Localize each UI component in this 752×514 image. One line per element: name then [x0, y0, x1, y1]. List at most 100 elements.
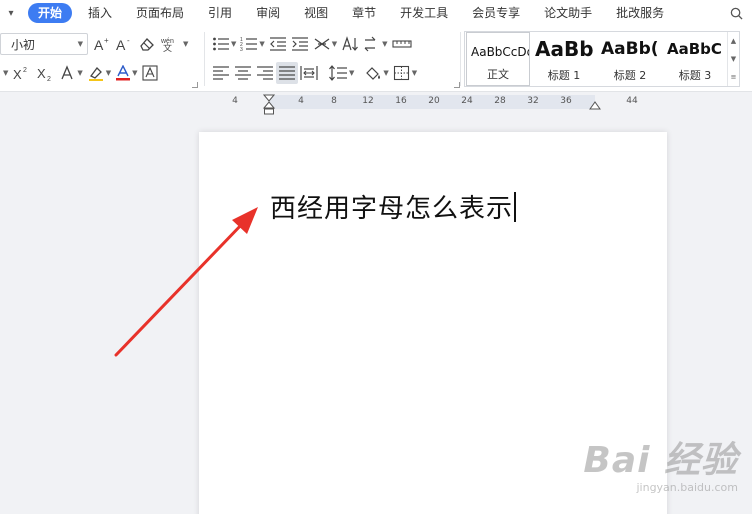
shrink-font-button[interactable]: A-: [114, 33, 136, 55]
line-spacing-button[interactable]: ▼: [326, 62, 356, 84]
superscript-icon: X2: [13, 67, 27, 81]
align-left-icon: [213, 66, 229, 80]
style-name: 标题 2: [613, 69, 647, 82]
font-dialog-launcher[interactable]: [192, 82, 198, 88]
sort-icon: [342, 36, 359, 51]
justify-button[interactable]: [276, 62, 298, 84]
highlight-button[interactable]: ▼: [85, 62, 113, 84]
style-heading-1[interactable]: AaBb 标题 1: [531, 32, 597, 86]
tab-view[interactable]: 视图: [292, 3, 340, 23]
style-heading-2[interactable]: AaBb( 标题 2: [597, 32, 663, 86]
char-border-button[interactable]: [140, 62, 160, 84]
chevron-down-icon: ▼: [349, 69, 355, 77]
tab-page-layout[interactable]: 页面布局: [124, 3, 196, 23]
horizontal-ruler[interactable]: 4 4 8 12 16 20 24 28 32 36 44: [0, 92, 752, 116]
style-heading-3[interactable]: AaBbC 标题 3: [663, 32, 727, 86]
text-cursor: [514, 192, 517, 222]
tab-review[interactable]: 审阅: [244, 3, 292, 23]
search-button[interactable]: [730, 7, 752, 20]
ruler-tick-label: 4: [232, 96, 238, 106]
borders-icon: [393, 65, 409, 81]
text-effect-button[interactable]: ▼: [58, 62, 84, 84]
right-indent-marker[interactable]: [589, 100, 601, 110]
menu-bar: ▾ 开始 插入 页面布局 引用 审阅 视图 章节 开发工具 会员专享 论文助手 …: [0, 0, 752, 26]
phonetic-guide-icon: wén文: [160, 38, 174, 52]
align-center-button[interactable]: [232, 62, 254, 84]
styles-gallery: AaBbCcDd 正文 AaBb 标题 1 AaBb( 标题 2 AaBbC 标…: [464, 31, 740, 87]
show-hide-marks-button[interactable]: ▼: [361, 33, 389, 55]
shading-button[interactable]: ▼: [362, 62, 390, 84]
chinese-layout-button[interactable]: ▼: [311, 33, 339, 55]
ruler-icon: [392, 40, 412, 48]
phonetic-guide-button[interactable]: wén 文 ▼: [158, 33, 190, 55]
tab-member[interactable]: 会员专享: [460, 3, 532, 23]
divider: [204, 32, 205, 86]
indent-marker[interactable]: [263, 94, 275, 116]
align-left-button[interactable]: [210, 62, 232, 84]
ruler-tick-label: 44: [626, 96, 638, 106]
paint-bucket-icon: [366, 67, 381, 80]
style-sample: AaBb: [535, 37, 594, 61]
paragraph-group: ▼ 1 2 3 ▼ ▼ ▼ ▼ ▼ ▼: [210, 30, 460, 88]
superscript-button[interactable]: X2: [10, 62, 34, 84]
clear-format-button[interactable]: [136, 33, 158, 55]
ruler-tick-label: 36: [560, 96, 572, 106]
ruler-tick-label: 28: [494, 96, 506, 106]
eraser-icon: [140, 38, 154, 51]
svg-text:文: 文: [163, 42, 172, 52]
subscript-icon: X2: [37, 66, 51, 81]
tab-references[interactable]: 引用: [196, 3, 244, 23]
font-size-more-button[interactable]: ▼: [0, 62, 10, 84]
align-center-icon: [235, 66, 251, 80]
style-name: 标题 3: [678, 69, 712, 82]
divider: [460, 32, 461, 86]
sort-button[interactable]: [339, 33, 361, 55]
tab-developer[interactable]: 开发工具: [388, 3, 460, 23]
font-size-select[interactable]: 小初 ▼: [0, 33, 88, 55]
svg-text:2: 2: [47, 76, 51, 81]
increase-indent-icon: [291, 37, 308, 51]
font-size-value: 小初: [11, 37, 36, 52]
bullet-list-button[interactable]: ▼: [210, 33, 238, 55]
styles-scrollbar[interactable]: ▲ ▼ ≡: [727, 32, 739, 86]
ruler-tick-label: 8: [331, 96, 337, 106]
increase-indent-button[interactable]: [289, 33, 311, 55]
document-text[interactable]: 西经用字母怎么表示: [270, 188, 517, 225]
align-right-button[interactable]: [254, 62, 276, 84]
grow-font-icon: A +: [94, 36, 109, 52]
ruler-tick-label: 16: [395, 96, 407, 106]
ruler-tick-label: 12: [362, 96, 374, 106]
grow-font-button[interactable]: A +: [92, 33, 114, 55]
tab-stops-button[interactable]: [390, 33, 414, 55]
shrink-font-icon: A-: [116, 36, 130, 52]
tab-thesis-assistant[interactable]: 论文助手: [532, 3, 604, 23]
svg-text:X: X: [37, 66, 46, 81]
expand-gallery-icon[interactable]: ≡: [731, 73, 737, 81]
subscript-button[interactable]: X2: [34, 62, 58, 84]
chevron-up-icon[interactable]: ▲: [731, 37, 736, 45]
borders-button[interactable]: ▼: [391, 62, 419, 84]
tab-correction-service[interactable]: 批改服务: [604, 3, 676, 23]
style-sample: AaBbC: [667, 40, 722, 58]
decrease-indent-button[interactable]: [267, 33, 289, 55]
tab-home[interactable]: 开始: [28, 3, 73, 23]
style-normal[interactable]: AaBbCcDd 正文: [466, 32, 530, 86]
numbered-list-button[interactable]: 1 2 3 ▼: [238, 33, 266, 55]
menu-collapse-icon[interactable]: ▾: [0, 0, 22, 26]
tab-chapter[interactable]: 章节: [340, 3, 388, 23]
chevron-down-icon: ▼: [3, 69, 9, 77]
svg-text:3: 3: [240, 47, 243, 52]
chevron-down-icon[interactable]: ▼: [731, 55, 736, 63]
svg-text:2: 2: [23, 67, 27, 74]
font-color-button[interactable]: ▼: [113, 62, 139, 84]
line-spacing-icon: [329, 65, 347, 81]
char-border-icon: [142, 65, 158, 81]
search-icon: [730, 7, 743, 20]
svg-text:A: A: [94, 37, 104, 52]
tab-insert[interactable]: 插入: [76, 3, 124, 23]
chevron-down-icon: ▼: [77, 69, 83, 77]
chevron-down-icon: ▼: [77, 40, 83, 48]
distributed-button[interactable]: [298, 62, 320, 84]
chevron-down-icon: ▼: [383, 69, 389, 77]
document-text-content: 西经用字母怎么表示: [270, 194, 514, 224]
